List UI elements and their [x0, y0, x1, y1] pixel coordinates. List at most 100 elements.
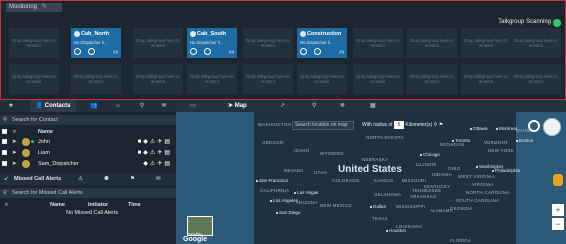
zone-card-cab-north[interactable]: Cab_North No Dispatcher h... (0)	[71, 28, 121, 58]
ptt-icon[interactable]	[190, 48, 197, 55]
tab-broadcast[interactable]: ⚲	[134, 100, 150, 112]
search-icon: ⚲	[3, 117, 8, 123]
pencil-icon[interactable]: ✎	[42, 4, 47, 10]
map-label: COLORADO	[332, 178, 360, 183]
map-label: TEXAS	[372, 216, 388, 221]
tab-location[interactable]: ⚲	[312, 100, 316, 112]
name-column-header[interactable]: Name	[38, 128, 53, 136]
contact-row[interactable]: ➤ Sam_Dispatcher ◆⚠✈▤	[0, 159, 176, 169]
empty-monitor-slot[interactable]: Drop talkgroup here to monitor	[133, 64, 183, 94]
monitoring-tab-label: Monitoring	[9, 4, 38, 10]
chat-icon[interactable]: ▭	[190, 100, 196, 112]
tab-radio[interactable]: ⌂	[110, 100, 126, 112]
empty-monitor-slot[interactable]: Drop talkgroup here to monitor	[243, 64, 293, 94]
info-icon[interactable]	[204, 48, 211, 55]
location-arrow-icon[interactable]: ➤	[12, 148, 17, 158]
zone-dispatcher-status: No Dispatcher h...	[190, 40, 224, 45]
row-checkbox[interactable]	[2, 150, 7, 155]
missed-call-tab[interactable]: Missed Call Alerts	[14, 174, 61, 185]
tab-route[interactable]: ↗	[280, 100, 285, 112]
locate-me-icon[interactable]	[528, 120, 540, 132]
map-label: WEST VIRGINIA	[458, 174, 495, 179]
empty-monitor-slot[interactable]: Drop talkgroup here to monitor	[511, 28, 561, 58]
zoom-in-button[interactable]: +	[552, 204, 564, 216]
talkgroup-scanning-toggle[interactable]	[553, 19, 561, 27]
tower-icon: ⛯	[161, 103, 167, 109]
map-label: MISSISSIPPI	[396, 204, 426, 209]
zone-card-cab-south[interactable]: Cab_South No Dispatcher h... (0)	[187, 28, 237, 58]
tab-map[interactable]: ➤ Map	[228, 100, 247, 112]
empty-monitor-slot[interactable]: Drop talkgroup here to monitor	[297, 64, 347, 94]
empty-monitor-slot[interactable]: Drop talkgroup here to monitor	[71, 64, 121, 94]
sort-icon[interactable]: ★	[4, 201, 9, 209]
map-search-input[interactable]: Search location on map	[292, 121, 354, 130]
missed-call-icon: ↙	[4, 176, 9, 182]
location-arrow-icon[interactable]: ➤	[12, 159, 17, 169]
empty-monitor-slot[interactable]: Drop talkgroup here to monitor	[407, 28, 457, 58]
contact-search-input[interactable]: ⚲ Search for Contact	[0, 115, 176, 125]
map-panel[interactable]: ▭ ➤ Map ↗ ⚲ ⛯ ▦ Search location on map W…	[176, 100, 566, 244]
empty-monitor-slot[interactable]: Drop talkgroup here to monitor	[353, 64, 403, 94]
missed-time-header[interactable]: Time	[128, 201, 141, 209]
compass-icon[interactable]	[543, 118, 561, 136]
missed-call-search-input[interactable]: ⚲ Search for Missed Call Alerts	[0, 188, 176, 198]
empty-monitor-slot[interactable]: Drop talkgroup here to monitor	[133, 28, 183, 58]
map-label: ARKANSAS	[410, 194, 437, 199]
missed-initiator-header[interactable]: Initiator	[88, 201, 108, 209]
map-label: CALIFORNIA	[260, 188, 290, 193]
city-label: Houston	[386, 228, 406, 233]
tab-tower[interactable]: ⛯	[156, 100, 172, 112]
search-icon[interactable]: ⚲	[434, 122, 438, 128]
empty-monitor-slot[interactable]: Drop talkgroup here to monitor	[9, 64, 59, 94]
missed-name-header[interactable]: Name	[50, 201, 65, 209]
info-icon[interactable]	[314, 48, 321, 55]
radius-input[interactable]: 5	[393, 121, 404, 129]
empty-monitor-slot[interactable]: Drop talkgroup here to monitor	[461, 64, 511, 94]
left-tab-bar: ★ 👤 Contacts 👥 ⌂ ⚲ ⛯	[0, 100, 176, 112]
tab-favorites[interactable]: ★	[2, 100, 20, 112]
zone-name: Cab_South	[197, 31, 227, 37]
pin-icon[interactable]: ⚑	[439, 122, 443, 128]
sort-star-icon[interactable]: ★	[12, 128, 17, 136]
row-checkbox[interactable]	[2, 139, 7, 144]
map-arrow-icon: ➤	[228, 103, 234, 109]
contact-row[interactable]: ➤ Liam ■◆⚠✈▤	[0, 148, 176, 158]
ptt-icon[interactable]	[300, 48, 307, 55]
person-icon[interactable]: ⚉	[104, 174, 109, 185]
tab-monitoring[interactable]: Monitoring ✎	[6, 3, 62, 12]
map-label: NEVADA	[284, 168, 304, 173]
bell-icon[interactable]: ⚠	[78, 174, 83, 185]
map-label: IDAHO	[294, 148, 310, 153]
contact-row[interactable]: ➤ John ■◆⚠✈▤	[0, 137, 176, 147]
zone-count: (0)	[339, 49, 344, 54]
missed-call-section-bar: ↙ Missed Call Alerts ⚠ ⚉ ⚑ ✉	[0, 174, 176, 185]
empty-monitor-slot[interactable]: Drop talkgroup here to monitor	[407, 64, 457, 94]
tab-groups[interactable]: 👥	[86, 100, 102, 112]
empty-monitor-slot[interactable]: Drop talkgroup here to monitor	[511, 64, 561, 94]
street-view-pegman-icon[interactable]	[553, 174, 563, 186]
location-arrow-icon[interactable]: ➤	[12, 137, 17, 147]
tab-tower[interactable]: ⛯	[340, 100, 345, 112]
ptt-icon[interactable]	[74, 48, 81, 55]
info-icon[interactable]	[88, 48, 95, 55]
empty-monitor-slot[interactable]: Drop talkgroup here to monitor	[9, 28, 59, 58]
empty-monitor-slot[interactable]: Drop talkgroup here to monitor	[243, 28, 293, 58]
tab-contacts[interactable]: 👤 Contacts	[30, 100, 76, 112]
message-icon[interactable]: ✉	[156, 174, 161, 185]
empty-monitor-slot[interactable]: Drop talkgroup here to monitor	[353, 28, 403, 58]
select-all-checkbox[interactable]	[2, 129, 7, 134]
city-label: Las Vegas	[294, 190, 318, 195]
tab-grid[interactable]: ▦	[370, 100, 376, 112]
city-label: Chicago	[420, 152, 440, 157]
city-label: Boston	[516, 138, 533, 143]
empty-monitor-slot[interactable]: Drop talkgroup here to monitor	[187, 64, 237, 94]
row-checkbox[interactable]	[2, 161, 7, 166]
empty-monitor-slot[interactable]: Drop talkgroup here to monitor	[461, 28, 511, 58]
zone-card-construction[interactable]: Construction No Dispatcher h... (0)	[297, 28, 347, 58]
zoom-out-button[interactable]: −	[552, 218, 564, 230]
zone-name: Construction	[307, 31, 342, 37]
zone-name: Cab_North	[81, 31, 110, 37]
zone-count: (0)	[113, 49, 118, 54]
broadcast-icon[interactable]: ⚑	[130, 174, 135, 185]
radius-prefix: With radius of	[362, 122, 393, 128]
